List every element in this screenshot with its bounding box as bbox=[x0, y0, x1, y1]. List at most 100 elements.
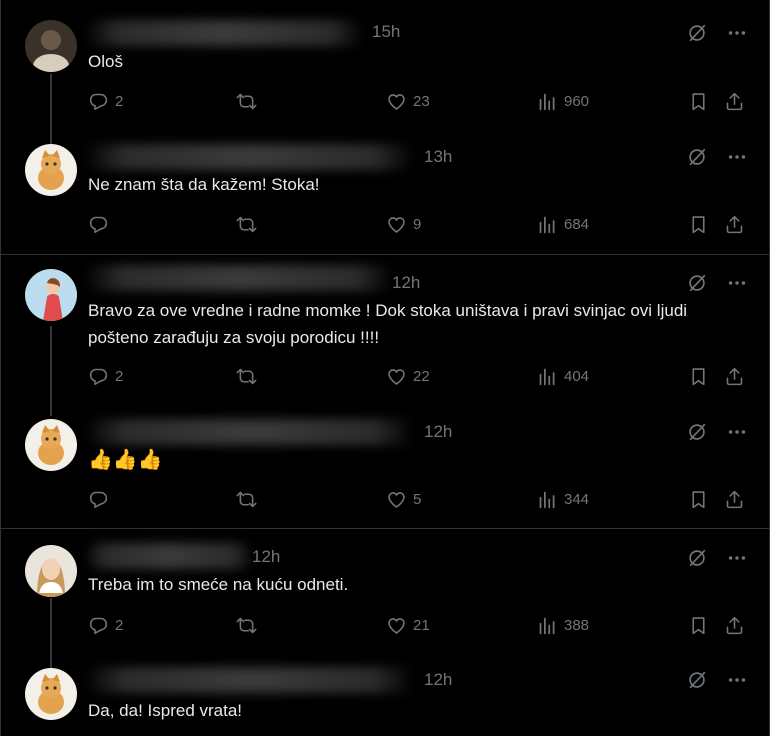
repost-button[interactable] bbox=[236, 615, 257, 636]
like-button[interactable]: 22 bbox=[386, 366, 430, 387]
views-button[interactable]: 344 bbox=[537, 489, 589, 510]
reply-button[interactable]: 2 bbox=[88, 615, 123, 636]
share-button[interactable] bbox=[724, 489, 745, 510]
like-button[interactable]: 21 bbox=[386, 615, 430, 636]
like-count: 9 bbox=[413, 216, 422, 233]
retweet-icon bbox=[236, 615, 257, 636]
avatar[interactable] bbox=[25, 269, 77, 321]
avatar[interactable] bbox=[25, 144, 77, 196]
reply-count: 2 bbox=[115, 617, 124, 634]
view-count: 404 bbox=[564, 368, 590, 385]
more-icon[interactable] bbox=[726, 421, 748, 443]
reply-icon bbox=[88, 489, 109, 510]
reply-button[interactable] bbox=[88, 489, 115, 510]
grok-icon[interactable] bbox=[686, 547, 708, 569]
like-count: 23 bbox=[413, 93, 430, 110]
author-name-redacted bbox=[84, 543, 254, 569]
action-bar: 5 344 bbox=[88, 489, 748, 513]
action-bar: 9 684 bbox=[88, 214, 748, 238]
like-button[interactable]: 9 bbox=[386, 214, 421, 235]
timestamp[interactable]: 12h bbox=[252, 547, 280, 567]
views-icon bbox=[537, 91, 558, 112]
author-name-redacted bbox=[84, 20, 364, 46]
share-button[interactable] bbox=[724, 615, 745, 636]
more-icon[interactable] bbox=[726, 547, 748, 569]
post-text: Bravo za ove vredne i radne momke ! Dok … bbox=[88, 301, 688, 347]
avatar[interactable] bbox=[25, 545, 77, 597]
grok-icon[interactable] bbox=[686, 421, 708, 443]
reply-post[interactable]: 15h Ološ 2 23 960 bbox=[0, 0, 770, 138]
grok-icon[interactable] bbox=[686, 146, 708, 168]
repost-button[interactable] bbox=[236, 214, 257, 235]
author-name-redacted bbox=[84, 265, 394, 291]
more-icon[interactable] bbox=[726, 669, 748, 691]
bookmark-button[interactable] bbox=[688, 91, 709, 112]
reply-post[interactable]: 12h 👍👍👍 5 344 bbox=[0, 407, 770, 528]
more-icon[interactable] bbox=[726, 272, 748, 294]
grok-icon[interactable] bbox=[686, 22, 708, 44]
view-count: 388 bbox=[564, 617, 590, 634]
view-count: 684 bbox=[564, 216, 590, 233]
author-name-redacted bbox=[84, 667, 414, 693]
reply-count: 2 bbox=[115, 93, 124, 110]
repost-button[interactable] bbox=[236, 489, 257, 510]
reply-icon bbox=[88, 366, 109, 387]
bookmark-button[interactable] bbox=[688, 214, 709, 235]
more-icon[interactable] bbox=[726, 22, 748, 44]
share-icon bbox=[724, 489, 745, 510]
views-button[interactable]: 684 bbox=[537, 214, 589, 235]
avatar[interactable] bbox=[25, 668, 77, 720]
bookmark-icon bbox=[688, 615, 709, 636]
reply-post[interactable]: 12h Bravo za ove vredne i radne momke ! … bbox=[0, 255, 770, 407]
reply-icon bbox=[88, 214, 109, 235]
reply-count: 2 bbox=[115, 368, 124, 385]
like-button[interactable]: 5 bbox=[386, 489, 421, 510]
avatar[interactable] bbox=[25, 20, 77, 72]
retweet-icon bbox=[236, 91, 257, 112]
share-button[interactable] bbox=[724, 214, 745, 235]
reply-icon bbox=[88, 615, 109, 636]
avatar[interactable] bbox=[25, 419, 77, 471]
like-icon bbox=[386, 91, 407, 112]
timestamp[interactable]: 15h bbox=[372, 22, 400, 42]
grok-icon[interactable] bbox=[686, 272, 708, 294]
reply-button[interactable] bbox=[88, 214, 115, 235]
repost-button[interactable] bbox=[236, 366, 257, 387]
views-button[interactable]: 388 bbox=[537, 615, 589, 636]
views-icon bbox=[537, 489, 558, 510]
like-icon bbox=[386, 214, 407, 235]
share-button[interactable] bbox=[724, 91, 745, 112]
timestamp[interactable]: 12h bbox=[424, 670, 452, 690]
bookmark-icon bbox=[688, 366, 709, 387]
more-icon[interactable] bbox=[726, 146, 748, 168]
timestamp[interactable]: 13h bbox=[424, 147, 452, 167]
bookmark-icon bbox=[688, 214, 709, 235]
like-button[interactable]: 23 bbox=[386, 91, 430, 112]
views-button[interactable]: 404 bbox=[537, 366, 589, 387]
like-count: 21 bbox=[413, 617, 430, 634]
post-text: 👍👍👍 bbox=[88, 449, 163, 471]
share-icon bbox=[724, 366, 745, 387]
reply-button[interactable]: 2 bbox=[88, 91, 123, 112]
views-button[interactable]: 960 bbox=[537, 91, 589, 112]
like-icon bbox=[386, 366, 407, 387]
bookmark-button[interactable] bbox=[688, 366, 709, 387]
reply-post[interactable]: 12h Treba im to smeće na kuću odneti. 2 … bbox=[0, 529, 770, 659]
bookmark-button[interactable] bbox=[688, 489, 709, 510]
grok-icon[interactable] bbox=[686, 669, 708, 691]
timestamp[interactable]: 12h bbox=[424, 422, 452, 442]
timestamp[interactable]: 12h bbox=[392, 273, 420, 293]
repost-button[interactable] bbox=[236, 91, 257, 112]
bookmark-icon bbox=[688, 489, 709, 510]
reply-button[interactable]: 2 bbox=[88, 366, 123, 387]
reply-post[interactable]: 12h Da, da! Ispred vrata! bbox=[0, 659, 770, 736]
bookmark-icon bbox=[688, 91, 709, 112]
like-icon bbox=[386, 489, 407, 510]
share-button[interactable] bbox=[724, 366, 745, 387]
author-name-redacted bbox=[84, 144, 414, 170]
like-count: 5 bbox=[413, 491, 422, 508]
bookmark-button[interactable] bbox=[688, 615, 709, 636]
reply-post[interactable]: 13h Ne znam šta da kažem! Stoka! 9 684 bbox=[0, 138, 770, 254]
view-count: 960 bbox=[564, 93, 590, 110]
action-bar: 2 22 404 bbox=[88, 366, 748, 390]
